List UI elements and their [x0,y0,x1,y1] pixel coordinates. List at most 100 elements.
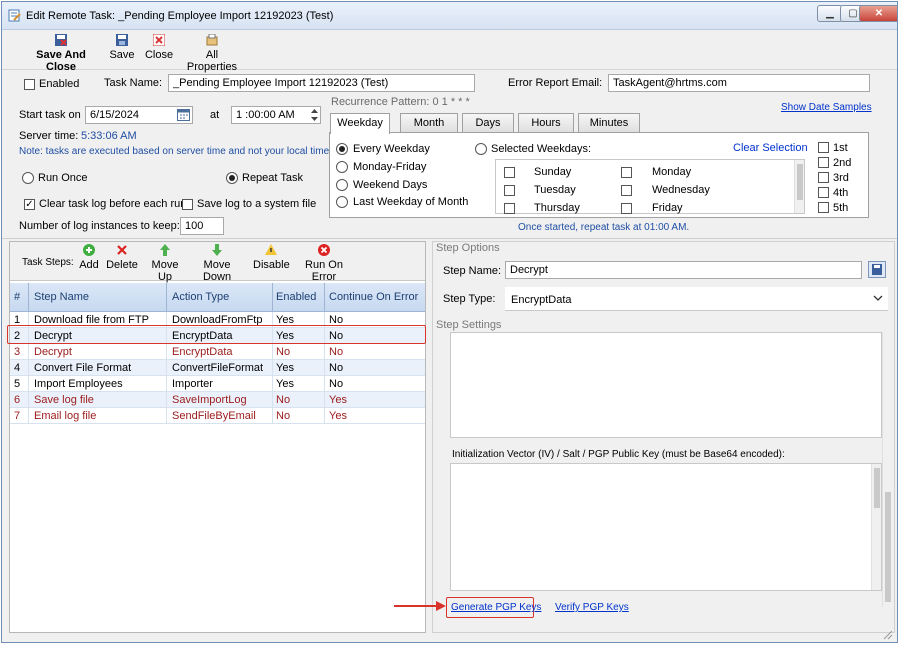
tab-hours[interactable]: Hours [518,113,574,133]
monday-friday-radio[interactable] [336,161,348,173]
chevron-down-icon [873,295,883,301]
edit-remote-task-window: Edit Remote Task: _Pending Employee Impo… [1,1,898,643]
move-up-button[interactable]: Move Up [144,244,186,283]
enabled-checkbox[interactable] [24,79,35,90]
table-row[interactable]: 4 Convert File Format ConvertFileFormat … [10,360,425,376]
week-3rd-checkbox[interactable] [818,172,829,183]
wednesday-label: Wednesday [652,184,710,196]
clear-log-label: Clear task log before each run [39,198,187,210]
weekend-days-radio[interactable] [336,179,348,191]
tuesday-label: Tuesday [534,184,576,196]
step-settings-area [450,332,882,438]
window-title: Edit Remote Task: _Pending Employee Impo… [26,10,334,22]
week-5th-checkbox[interactable] [818,202,829,213]
col-enabled-header[interactable]: Enabled [276,291,316,303]
show-date-samples-link[interactable]: Show Date Samples [781,102,872,113]
week-5th-label: 5th [833,202,849,214]
col-step-name-header[interactable]: Step Name [34,291,89,303]
week-1st-checkbox[interactable] [818,142,829,153]
add-step-button[interactable]: Add [76,244,102,271]
run-once-radio[interactable] [22,172,34,184]
friday-checkbox[interactable] [621,203,632,214]
move-down-button[interactable]: Move Down [191,244,243,283]
weekend-days-label: Weekend Days [353,179,428,191]
error-email-input[interactable] [608,74,870,92]
task-edit-icon [8,9,21,22]
table-row[interactable]: 7 Email log file SendFileByEmail No Yes [10,408,425,424]
save-icon [116,34,128,46]
every-weekday-radio[interactable] [336,143,348,155]
enabled-label: Enabled [39,78,80,90]
monday-checkbox[interactable] [621,167,632,178]
save-close-icon [55,34,67,46]
iv-label: Initialization Vector (IV) / Salt / PGP … [452,449,785,460]
add-icon [83,244,95,256]
iv-scrollbar[interactable] [871,464,881,590]
settings-scrollbar[interactable] [882,332,893,607]
save-button[interactable]: Save [108,34,136,61]
all-properties-button[interactable]: All Properties [181,34,243,73]
thursday-checkbox[interactable] [504,203,515,214]
monday-friday-label: Monday-Friday [353,161,427,173]
disable-step-button[interactable]: Disable [253,244,290,271]
wednesday-checkbox[interactable] [621,185,632,196]
table-row[interactable]: 6 Save log file SaveImportLog No Yes [10,392,425,408]
main-toolbar: Save And Close Save Close All Properties [2,30,897,73]
task-name-input[interactable] [168,74,475,92]
close-window-button[interactable]: ✕ [859,5,897,22]
week-4th-checkbox[interactable] [818,187,829,198]
step-type-value: EncryptData [511,294,572,306]
week-1st-label: 1st [833,142,848,154]
log-instances-label: Number of log instances to keep: [19,220,180,232]
tuesday-checkbox[interactable] [504,185,515,196]
grid-header: # Step Name Action Type Enabled Continue… [10,283,425,312]
save-and-close-button[interactable]: Save And Close [20,34,102,73]
properties-icon [206,34,218,46]
start-time-input[interactable] [231,106,321,124]
tab-month[interactable]: Month [400,113,458,133]
week-3rd-label: 3rd [833,172,849,184]
time-spinner-icon[interactable] [310,108,319,122]
error-email-label: Error Report Email: [508,77,603,89]
step-name-input[interactable] [505,261,862,279]
resize-grip-icon[interactable] [881,628,893,640]
every-weekday-label: Every Weekday [353,143,430,155]
server-time-value: 5:33:06 AM [81,130,137,142]
iv-textarea[interactable] [450,463,882,591]
col-action-type-header[interactable]: Action Type [172,291,229,303]
col-num-header[interactable]: # [14,291,20,303]
week-4th-label: 4th [833,187,849,199]
tab-days[interactable]: Days [462,113,514,133]
server-time-label: Server time: [19,130,79,142]
tab-weekday[interactable]: Weekday [330,113,390,134]
repeat-task-radio[interactable] [226,172,238,184]
last-weekday-radio[interactable] [336,196,348,208]
col-continue-header[interactable]: Continue On Error [329,291,418,303]
log-instances-input[interactable] [180,217,224,235]
last-weekday-label: Last Weekday of Month [353,196,469,208]
warning-icon [265,244,277,255]
save-step-icon[interactable] [868,261,886,278]
week-2nd-checkbox[interactable] [818,157,829,168]
weekday-list-scrollbar[interactable] [794,160,804,213]
save-log-label: Save log to a system file [197,198,317,210]
task-name-label: Task Name: [104,77,163,89]
run-on-error-button[interactable]: Run On Error [294,244,354,283]
step-options-label: Step Options [436,242,500,254]
arrow-right-icon [394,601,446,611]
verify-pgp-keys-link[interactable]: Verify PGP Keys [555,602,629,613]
calendar-icon[interactable] [177,108,190,121]
sunday-checkbox[interactable] [504,167,515,178]
delete-step-button[interactable]: Delete [106,244,138,271]
table-row[interactable]: 3 Decrypt EncryptData No No [10,344,425,360]
clear-log-checkbox[interactable]: ✓ [24,199,35,210]
close-button[interactable]: Close [144,34,174,61]
generate-pgp-keys-link[interactable]: Generate PGP Keys [451,602,541,613]
tab-minutes[interactable]: Minutes [578,113,640,133]
step-type-select[interactable]: EncryptData [505,287,888,311]
selected-weekdays-radio[interactable] [475,143,487,155]
save-log-checkbox[interactable] [182,199,193,210]
at-label: at [210,109,220,121]
table-row[interactable]: 5 Import Employees Importer Yes No [10,376,425,392]
clear-selection-link[interactable]: Clear Selection [733,142,808,154]
